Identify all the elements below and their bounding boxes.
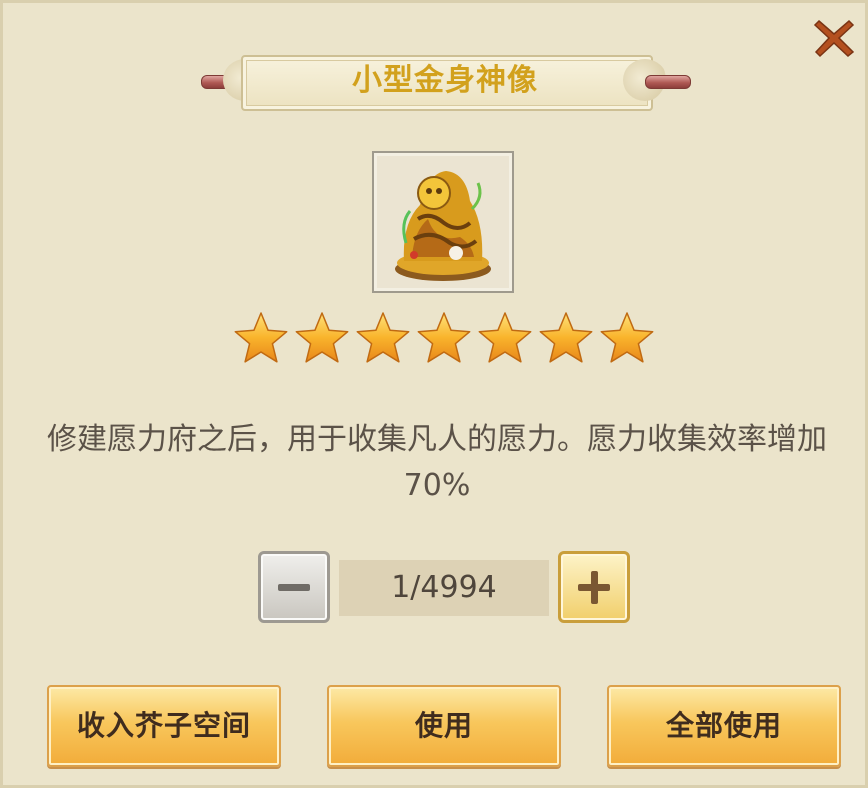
use-all-button[interactable]: 全部使用 xyxy=(607,685,841,767)
quantity-display: 1/4994 xyxy=(339,560,549,616)
item-detail-dialog: 小型金身神像 修建愿力府之后，用于收集凡人的愿力。愿力收集效率增加70% 1/4… xyxy=(0,0,868,788)
close-icon[interactable] xyxy=(811,15,857,61)
star-icon xyxy=(478,312,532,363)
star-icon xyxy=(600,312,654,363)
star-icon xyxy=(417,312,471,363)
star-icon xyxy=(539,312,593,363)
use-button[interactable]: 使用 xyxy=(327,685,561,767)
item-icon-frame xyxy=(372,151,514,293)
star-rating xyxy=(234,312,654,363)
decrease-quantity-button[interactable] xyxy=(258,551,330,623)
item-description: 修建愿力府之后，用于收集凡人的愿力。愿力收集效率增加70% xyxy=(47,422,827,503)
star-icon xyxy=(295,312,349,363)
store-in-space-button[interactable]: 收入芥子空间 xyxy=(47,685,281,767)
title-banner: 小型金身神像 xyxy=(201,51,691,111)
item-title: 小型金身神像 xyxy=(352,63,538,98)
increase-quantity-button[interactable] xyxy=(558,551,630,623)
star-icon xyxy=(356,312,410,363)
golden-statue-icon xyxy=(395,171,491,281)
star-icon xyxy=(234,312,288,363)
minus-icon xyxy=(278,584,310,591)
